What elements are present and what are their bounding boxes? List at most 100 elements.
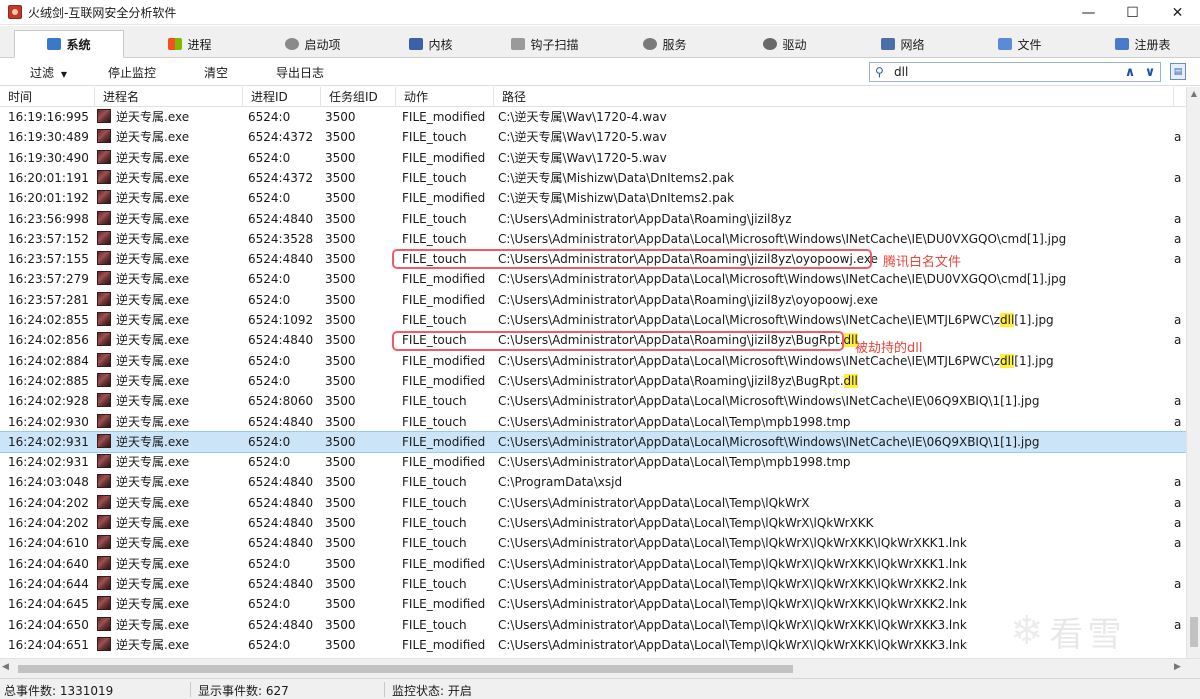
process-id-cell: 6524:4840 — [248, 475, 314, 490]
task-group-id-cell: 3500 — [325, 231, 356, 246]
table-row[interactable]: 16:24:03:048 逆天专属.exe 6524:4840 3500 FILE_to… — [0, 472, 1186, 492]
table-row[interactable]: 16:24:02:884 逆天专属.exe 6524:0 3500 FILE_modif… — [0, 351, 1186, 371]
tab-files[interactable]: 文件 — [985, 30, 1055, 58]
process-icon — [97, 555, 111, 570]
table-row[interactable]: 16:24:04:202 逆天专属.exe 6524:4840 3500 FILE_to… — [0, 513, 1186, 533]
table-row[interactable]: 16:24:02:930 逆天专属.exe 6524:4840 3500 FILE_to… — [0, 412, 1186, 432]
column-header-path[interactable]: 路径 — [494, 87, 1174, 107]
process-id-cell: 6524:0 — [248, 292, 291, 307]
task-group-id-cell: 3500 — [325, 617, 356, 632]
search-next-button[interactable]: ∨ — [1142, 64, 1158, 80]
tab-system[interactable]: 系统 — [14, 30, 124, 58]
vertical-scrollbar[interactable]: ▲ — [1186, 87, 1200, 658]
tab-label: 注册表 — [1134, 37, 1171, 52]
scroll-left-arrow-icon[interactable]: ◀ — [2, 662, 9, 672]
task-group-id-cell: 3500 — [325, 576, 356, 591]
table-row[interactable]: 16:24:02:931 逆天专属.exe 6524:0 3500 FILE_modif… — [0, 430, 1186, 454]
maximize-button[interactable]: ☐ — [1110, 0, 1155, 25]
scroll-right-arrow-icon[interactable]: ▶ — [1174, 662, 1181, 672]
table-row[interactable]: 16:24:02:931 逆天专属.exe 6524:0 3500 FILE_modif… — [0, 452, 1186, 472]
process-name-cell: 逆天专属.exe — [97, 229, 242, 249]
table-row[interactable]: 16:19:30:489 逆天专属.exe 6524:4372 3500 FILE_to… — [0, 127, 1186, 147]
table-row[interactable]: 16:24:02:928 逆天专属.exe 6524:8060 3500 FILE_to… — [0, 391, 1186, 411]
clear-button[interactable]: 清空 — [204, 64, 228, 81]
path-cell: C:\Users\Administrator\AppData\Local\Mic… — [498, 229, 1178, 249]
process-name: 逆天专属.exe — [116, 211, 190, 226]
table-row[interactable]: 16:24:04:644 逆天专属.exe 6524:4840 3500 FILE_to… — [0, 574, 1186, 594]
process-id-cell: 6524:4840 — [248, 516, 314, 530]
table-row[interactable]: 16:20:01:192 逆天专属.exe 6524:0 3500 FILE_modif… — [0, 188, 1186, 208]
tab-kernel[interactable]: 内核 — [396, 30, 466, 58]
table-row[interactable]: 16:24:04:650 逆天专属.exe 6524:4840 3500 FILE_to… — [0, 615, 1186, 635]
process-name-cell: 逆天专属.exe — [97, 269, 242, 289]
process-name: 逆天专属.exe — [116, 130, 190, 145]
time-cell: 16:23:56:998 — [8, 211, 89, 226]
column-header-process-name[interactable]: 进程名 — [95, 87, 243, 107]
watermark: ❄ 看雪 — [1010, 605, 1190, 657]
minimize-button[interactable]: — — [1066, 0, 1111, 25]
table-row[interactable]: 16:19:16:995 逆天专属.exe 6524:0 3500 FILE_modif… — [0, 107, 1186, 127]
tab-network[interactable]: 网络 — [868, 30, 938, 58]
path-cell: C:\Users\Administrator\AppData\Local\Mic… — [498, 269, 1178, 289]
filter-dropdown-button[interactable]: 过滤 ▼ — [30, 64, 67, 81]
table-header: 时间 进程名 进程ID 任务组ID 动作 路径 — [0, 87, 1186, 107]
table-row[interactable]: 16:24:04:610 逆天专属.exe 6524:4840 3500 FILE_to… — [0, 533, 1186, 553]
whitelist-file-callout — [392, 249, 872, 269]
table-row[interactable]: 16:24:04:640 逆天专属.exe 6524:0 3500 FILE_modif… — [0, 554, 1186, 574]
column-header-task-group-id[interactable]: 任务组ID — [321, 87, 396, 107]
process-id-cell: 6524:0 — [248, 597, 291, 612]
tab-drivers[interactable]: 驱动 — [750, 30, 820, 58]
vertical-scroll-thumb[interactable] — [1190, 617, 1198, 647]
export-log-button[interactable]: 导出日志 — [276, 64, 324, 81]
path-text: C:\Users\Administrator\AppData\Local\Tem… — [498, 617, 967, 632]
path-text: [1].jpg — [1014, 353, 1054, 368]
export-document-icon[interactable]: ▤ — [1170, 63, 1186, 80]
gear-icon — [285, 38, 300, 50]
action-cell: FILE_modified — [402, 637, 486, 652]
scroll-up-arrow-icon[interactable]: ▲ — [1187, 87, 1200, 101]
truncated-cell: a — [1174, 414, 1182, 429]
tab-process[interactable]: 进程 — [150, 30, 230, 58]
column-header-action[interactable]: 动作 — [396, 87, 494, 107]
process-name-cell: 逆天专属.exe — [97, 351, 242, 371]
process-icon — [97, 636, 111, 651]
table-row[interactable]: 16:23:57:281 逆天专属.exe 6524:0 3500 FILE_modif… — [0, 290, 1186, 310]
column-header-process-id[interactable]: 进程ID — [243, 87, 321, 107]
tab-services[interactable]: 服务 — [630, 30, 700, 58]
main-tab-bar: 系统 进程 启动项 内核 钩子扫描 服务 驱动 网络 文件 注册表 — [0, 26, 1200, 58]
action-cell: FILE_modified — [402, 455, 486, 470]
column-header-time[interactable]: 时间 — [0, 87, 95, 107]
action-cell: FILE_modified — [402, 150, 486, 165]
table-row[interactable]: 16:24:04:651 逆天专属.exe 6524:0 3500 FILE_modif… — [0, 635, 1186, 655]
tab-registry[interactable]: 注册表 — [1098, 30, 1188, 58]
tab-startup[interactable]: 启动项 — [268, 30, 358, 58]
table-row[interactable]: 16:23:56:998 逆天专属.exe 6524:4840 3500 FILE_to… — [0, 209, 1186, 229]
process-name-cell: 逆天专属.exe — [97, 554, 242, 574]
process-name: 逆天专属.exe — [116, 414, 190, 429]
table-row[interactable]: 16:24:02:885 逆天专属.exe 6524:0 3500 FILE_modif… — [0, 371, 1186, 391]
process-name: 逆天专属.exe — [116, 373, 190, 388]
path-text: C:\Users\Administrator\AppData\Local\Mic… — [498, 353, 1000, 368]
stop-monitor-button[interactable]: 停止监控 — [108, 64, 156, 81]
search-icon: ⚲ — [875, 65, 884, 79]
table-row[interactable]: 16:23:57:279 逆天专属.exe 6524:0 3500 FILE_modif… — [0, 269, 1186, 289]
table-row[interactable]: 16:23:57:152 逆天专属.exe 6524:3528 3500 FILE_to… — [0, 229, 1186, 249]
path-cell: C:\Users\Administrator\AppData\Local\Tem… — [498, 452, 1178, 472]
path-text: C:\Users\Administrator\AppData\Local\Mic… — [498, 313, 1000, 327]
table-row[interactable]: 16:24:04:645 逆天专属.exe 6524:0 3500 FILE_modif… — [0, 594, 1186, 614]
search-input[interactable] — [894, 64, 1114, 80]
table-row[interactable]: 16:24:02:855 逆天专属.exe 6524:1092 3500 FILE_to… — [0, 310, 1186, 330]
process-name: 逆天专属.exe — [116, 536, 190, 551]
table-row[interactable]: 16:19:30:490 逆天专属.exe 6524:0 3500 FILE_modif… — [0, 148, 1186, 168]
truncated-cell: a — [1174, 313, 1182, 327]
tab-hook-scan[interactable]: 钩子扫描 — [500, 30, 590, 58]
horizontal-scrollbar[interactable]: ◀ ▶ — [0, 658, 1200, 678]
tab-label: 系统 — [66, 37, 91, 52]
table-row[interactable]: 16:24:04:202 逆天专属.exe 6524:4840 3500 FILE_to… — [0, 493, 1186, 513]
close-button[interactable]: ✕ — [1155, 0, 1200, 25]
horizontal-scroll-thumb[interactable] — [18, 665, 793, 673]
search-previous-button[interactable]: ∧ — [1122, 64, 1138, 80]
table-row[interactable]: 16:20:01:191 逆天专属.exe 6524:4372 3500 FILE_to… — [0, 168, 1186, 188]
process-name: 逆天专属.exe — [116, 333, 190, 348]
caret-down-icon: ▼ — [60, 70, 67, 79]
